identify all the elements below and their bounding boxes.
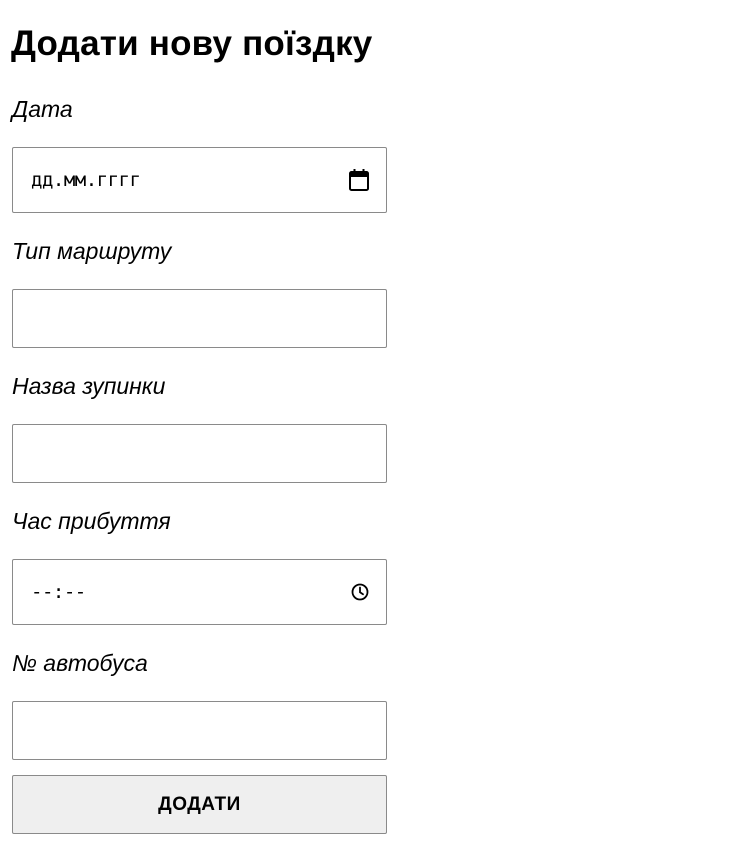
route-type-label: Тип маршруту xyxy=(12,238,172,264)
page-title: Додати нову поїздку xyxy=(11,24,373,63)
route-type-input[interactable] xyxy=(12,289,387,348)
arrival-time-label: Час прибуття xyxy=(12,508,171,534)
date-placeholder: дд.мм.гггг xyxy=(31,169,141,191)
stop-name-label: Назва зупинки xyxy=(12,373,166,399)
date-field[interactable]: дд.мм.гггг xyxy=(12,147,387,213)
calendar-icon[interactable] xyxy=(348,168,370,192)
bus-number-input[interactable] xyxy=(12,701,387,760)
date-label: Дата xyxy=(12,96,73,122)
add-trip-page: Додати нову поїздку Дата дд.мм.гггг Тип … xyxy=(0,0,739,845)
clock-icon[interactable] xyxy=(350,582,370,602)
time-placeholder: --:-- xyxy=(31,581,86,603)
add-button[interactable]: ДОДАТИ xyxy=(12,775,387,834)
arrival-time-field[interactable]: --:-- xyxy=(12,559,387,625)
stop-name-input[interactable] xyxy=(12,424,387,483)
bus-number-label: № автобуса xyxy=(12,650,148,676)
